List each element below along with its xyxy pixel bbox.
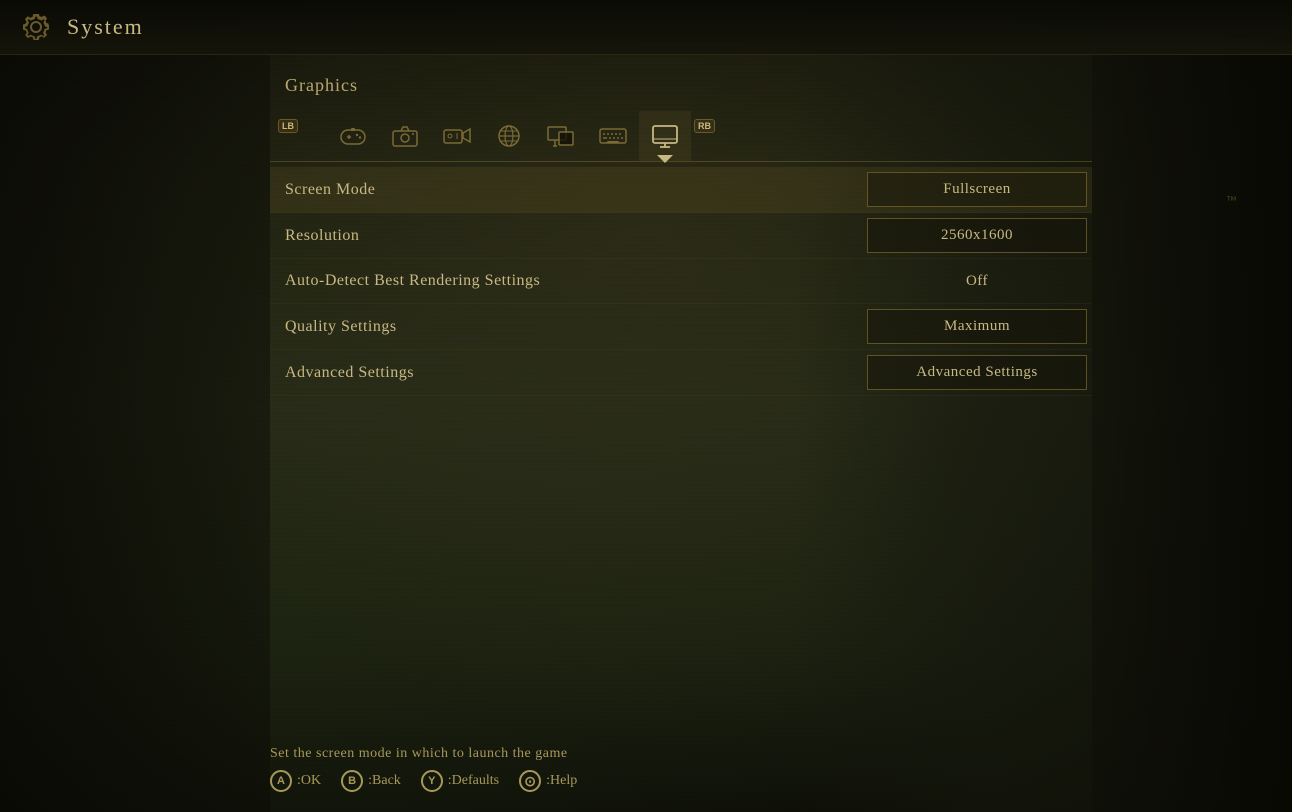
header: System	[0, 0, 1292, 55]
button-a: A	[270, 770, 292, 792]
screen-mode-value: Fullscreen	[862, 167, 1092, 212]
auto-detect-label: Auto-Detect Best Rendering Settings	[270, 262, 862, 300]
settings-list: Screen Mode Fullscreen Resolution 2560x1…	[270, 167, 1092, 396]
advanced-value: Advanced Settings	[862, 350, 1092, 395]
tab-gamepad[interactable]	[327, 111, 379, 161]
button-circle: ⊙	[519, 770, 541, 792]
auto-detect-value: Off	[862, 260, 1092, 303]
bottom-area: Set the screen mode in which to launch t…	[270, 746, 1292, 792]
control-back: B :Back	[341, 770, 401, 792]
control-help-label: :Help	[546, 773, 577, 789]
quality-box[interactable]: Maximum	[867, 309, 1087, 344]
tab-rb[interactable]: RB	[691, 111, 743, 161]
button-b: B	[341, 770, 363, 792]
tab-camera[interactable]	[379, 111, 431, 161]
lb-badge: LB	[278, 119, 298, 133]
controls-bar: A :OK B :Back Y :Defaults ⊙ :Help	[270, 770, 1292, 792]
tab-motion[interactable]	[431, 111, 483, 161]
tab-keyboard[interactable]	[587, 111, 639, 161]
setting-row-advanced[interactable]: Advanced Settings Advanced Settings	[270, 350, 1092, 396]
section-title: Graphics	[285, 75, 1092, 96]
tab-bar: LB	[270, 111, 1092, 162]
control-back-label: :Back	[368, 773, 401, 789]
setting-row-resolution[interactable]: Resolution 2560x1600	[270, 213, 1092, 259]
left-panel	[0, 55, 270, 812]
control-defaults-label: :Defaults	[448, 773, 499, 789]
tab-lb[interactable]: LB	[275, 111, 327, 161]
control-ok: A :OK	[270, 770, 321, 792]
advanced-label: Advanced Settings	[270, 354, 862, 392]
system-icon	[15, 6, 57, 48]
resolution-value: 2560x1600	[862, 213, 1092, 258]
tab-network[interactable]	[483, 111, 535, 161]
tab-graphics[interactable]	[639, 111, 691, 161]
tm-mark: ™	[1226, 195, 1237, 207]
screen-mode-box[interactable]: Fullscreen	[867, 172, 1087, 207]
header-title: System	[67, 14, 144, 40]
advanced-box[interactable]: Advanced Settings	[867, 355, 1087, 390]
resolution-box[interactable]: 2560x1600	[867, 218, 1087, 253]
right-panel	[1092, 55, 1292, 812]
rb-badge: RB	[694, 119, 715, 133]
setting-row-screen-mode[interactable]: Screen Mode Fullscreen	[270, 167, 1092, 213]
control-help: ⊙ :Help	[519, 770, 577, 792]
hint-text: Set the screen mode in which to launch t…	[270, 746, 1292, 762]
auto-detect-text: Off	[867, 265, 1087, 298]
control-defaults: Y :Defaults	[421, 770, 499, 792]
setting-row-quality[interactable]: Quality Settings Maximum	[270, 304, 1092, 350]
quality-label: Quality Settings	[270, 308, 862, 346]
quality-value: Maximum	[862, 304, 1092, 349]
screen-mode-label: Screen Mode	[270, 171, 862, 209]
control-ok-label: :OK	[297, 773, 321, 789]
main-content: Graphics LB	[270, 55, 1092, 416]
button-y: Y	[421, 770, 443, 792]
setting-row-auto-detect[interactable]: Auto-Detect Best Rendering Settings Off	[270, 259, 1092, 304]
resolution-label: Resolution	[270, 217, 862, 255]
tab-display2[interactable]	[535, 111, 587, 161]
